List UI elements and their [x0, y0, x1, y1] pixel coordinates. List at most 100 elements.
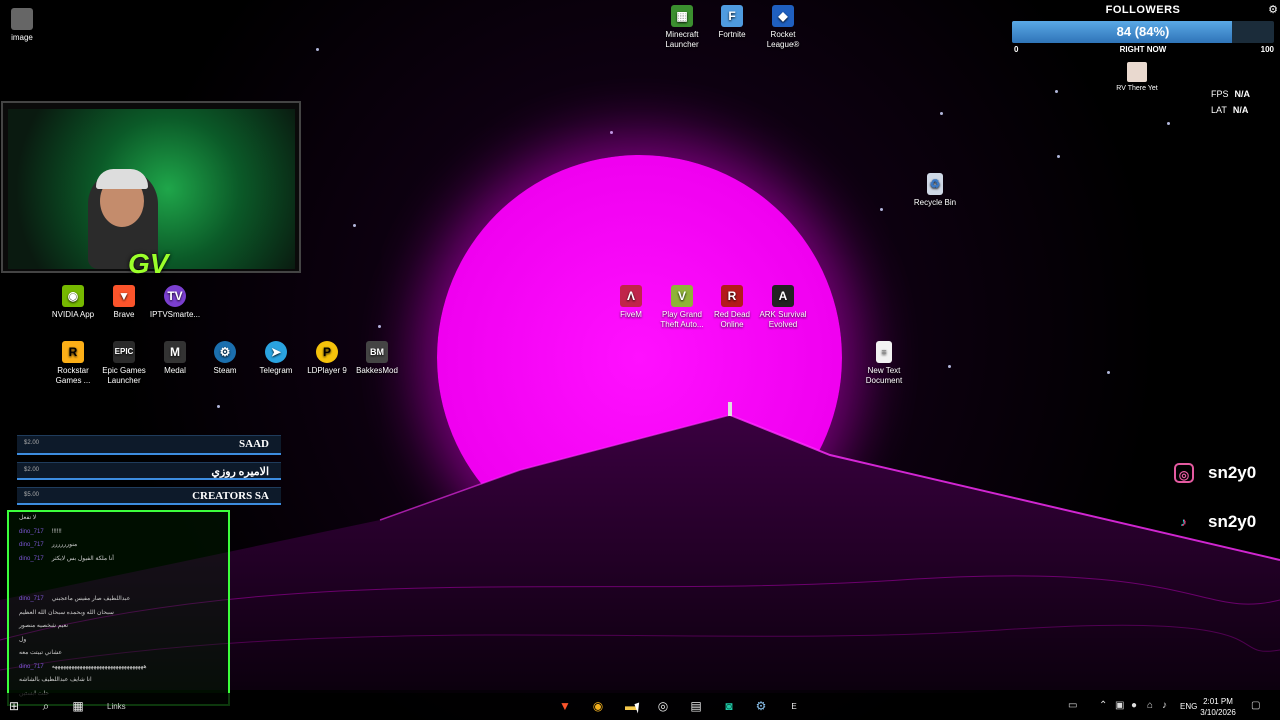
gta-icon: V: [671, 285, 693, 307]
desktop: image ▦ Minecraft Launcher F Fortnite ◆ …: [0, 0, 1280, 720]
chat-message: dino_717!!!!!!: [19, 528, 62, 535]
desktop-icon-rockstar[interactable]: R Rockstar Games ...: [44, 341, 102, 386]
recycle-bin-icon: ♻: [927, 173, 943, 195]
desktop-icon-iptv[interactable]: TV IPTVSmarte...: [146, 285, 204, 320]
tiktok-handle: ♪ sn2y0: [1174, 497, 1274, 546]
followers-progress-bar: 84 (84%): [1012, 21, 1274, 43]
desktop-icon-steam[interactable]: ⚙ Steam: [196, 341, 254, 376]
current-game: RV There Yet: [1107, 62, 1167, 92]
desktop-icon-image[interactable]: image: [0, 8, 51, 43]
right-now-label: RIGHT NOW: [1119, 45, 1167, 54]
iptv-icon: TV: [164, 285, 186, 307]
microphone-icon[interactable]: ●: [1131, 700, 1137, 711]
followers-scale: 0 RIGHT NOW 100: [1012, 45, 1274, 57]
desktop-icon-brave[interactable]: ▼ Brave: [95, 285, 153, 320]
streamer-cap: [96, 169, 148, 189]
red-dead-icon: R: [721, 285, 743, 307]
donation-amount: $2.00: [24, 440, 40, 446]
webcam-feed: [8, 109, 295, 269]
fivem-icon: Λ: [620, 285, 642, 307]
rocket-league-icon: ◆: [772, 5, 794, 27]
chat-message: نعيم شخصيه منصور: [19, 623, 69, 629]
game-thumbnail-icon: [1127, 62, 1147, 82]
taskbar-brave-icon[interactable]: ▼: [555, 697, 575, 716]
bakkesmod-icon: BM: [366, 341, 388, 363]
text-document-icon: ≡: [876, 341, 892, 363]
taskbar-obs-icon[interactable]: ◎: [653, 697, 673, 716]
performance-stats: FPS N/A LAT N/A: [1211, 86, 1250, 118]
wifi-icon[interactable]: ⌂: [1147, 700, 1153, 711]
donation-amount: $5.00: [24, 492, 40, 498]
chat-message: dino_717 أنا ملكة الفيول بس لايكثر: [19, 555, 114, 562]
taskbar-steam-icon[interactable]: ⚙: [751, 697, 771, 716]
steam-icon: ⚙: [214, 341, 236, 363]
gear-icon: ⚙: [1268, 4, 1278, 16]
taskbar-discord-icon[interactable]: ◙: [719, 697, 739, 716]
chat-message: ول: [19, 636, 27, 643]
wanderer-figure: [728, 402, 732, 416]
chat-message: انا شايف عبداللطيف بالشاشه: [19, 677, 92, 683]
task-view-icon[interactable]: ▦: [68, 697, 88, 716]
links-toolbar[interactable]: Links: [107, 702, 126, 711]
notification-area-icon[interactable]: ▭: [1068, 700, 1077, 711]
volume-icon[interactable]: ♪: [1162, 700, 1167, 711]
taskbar-chrome-icon[interactable]: ◉: [588, 697, 608, 716]
notifications-icon[interactable]: ▢: [1251, 700, 1260, 711]
chat-overlay: لا تفعل dino_717!!!!!! dino_717 منورررررر…: [7, 510, 230, 706]
followers-value: 84 (84%): [1116, 24, 1170, 39]
channel-logo: GV: [128, 248, 169, 279]
desktop-icon-nvidia[interactable]: ◉ NVIDIA App: [44, 285, 102, 320]
desktop-icon-epic[interactable]: EPIC Epic Games Launcher: [95, 341, 153, 386]
desktop-icon-recycle-bin[interactable]: ♻ Recycle Bin: [906, 173, 964, 208]
instagram-icon: ◎: [1174, 462, 1194, 483]
desktop-icon-rocket-league[interactable]: ◆ Rocket League®: [754, 5, 812, 50]
fps-label: FPS: [1211, 89, 1229, 99]
chat-message: dino_717 منورررررر: [19, 542, 78, 548]
donation-name: SAAD: [239, 438, 269, 450]
search-icon[interactable]: ⌕: [36, 697, 56, 716]
clock[interactable]: 2:01 PM 3/10/2026: [1198, 696, 1238, 718]
desktop-icon-telegram[interactable]: ➤ Telegram: [247, 341, 305, 376]
fps-value: N/A: [1234, 89, 1251, 99]
chat-message: [9, 580, 228, 594]
nvidia-icon: ◉: [62, 285, 84, 307]
chat-message: dino_717 عبداللطيف صار مفيس ماعجبني: [19, 596, 131, 602]
followers-title: FOLLOWERS: [1105, 4, 1181, 16]
desktop-icon-fivem[interactable]: Λ FiveM: [602, 285, 660, 320]
brave-icon: ▼: [113, 285, 135, 307]
chat-message: [9, 566, 228, 580]
minecraft-icon: ▦: [671, 5, 693, 27]
tiktok-username: sn2y0: [1208, 511, 1257, 531]
social-handles: ◎ sn2y0 ♪ sn2y0: [1174, 448, 1274, 546]
donation-name: CREATORS SA: [192, 490, 269, 502]
ark-icon: A: [772, 285, 794, 307]
current-game-title: RV There Yet: [1116, 85, 1158, 92]
clock-time: 2:01 PM: [1203, 697, 1233, 706]
language-indicator[interactable]: ENG: [1180, 702, 1197, 711]
donation-row: $2.00 SAAD: [17, 435, 281, 455]
taskbar-window-app-icon[interactable]: ▤: [686, 697, 706, 716]
ldplayer-icon: P: [316, 341, 338, 363]
chat-message: عشاني تبيتت معه: [19, 650, 63, 656]
donation-amount: $2.00: [24, 467, 40, 473]
network-icon[interactable]: ▣: [1115, 700, 1124, 711]
lat-label: LAT: [1211, 105, 1227, 115]
chat-message: سبحان الله وبحمده سبحان الله العظيم: [19, 609, 114, 616]
desktop-icon-bakkesmod[interactable]: BM BakkesMod: [348, 341, 406, 376]
telegram-icon: ➤: [265, 341, 287, 363]
desktop-icon-ark[interactable]: A ARK Survival Evolved: [754, 285, 812, 330]
desktop-icon-new-text[interactable]: ≡ New Text Document: [855, 341, 913, 386]
taskbar-epic-games-icon[interactable]: E: [784, 697, 804, 716]
instagram-username: sn2y0: [1208, 462, 1257, 482]
desktop-icon-red-dead[interactable]: R Red Dead Online: [703, 285, 761, 330]
fortnite-icon: F: [721, 5, 743, 27]
desktop-icon-fortnite[interactable]: F Fortnite: [703, 5, 761, 40]
lat-value: N/A: [1232, 105, 1249, 115]
chat-message: لا تفعل: [19, 515, 37, 521]
start-button[interactable]: ⊞: [4, 697, 24, 716]
epic-games-icon: EPIC: [113, 341, 135, 363]
chevron-up-icon[interactable]: ⌃: [1099, 700, 1107, 711]
donation-row: $2.00 الاميره روزي: [17, 462, 281, 480]
chat-message: dino_717 هههههههههههههههههههههههههههههههه…: [19, 663, 147, 670]
image-file-icon: [11, 8, 33, 30]
